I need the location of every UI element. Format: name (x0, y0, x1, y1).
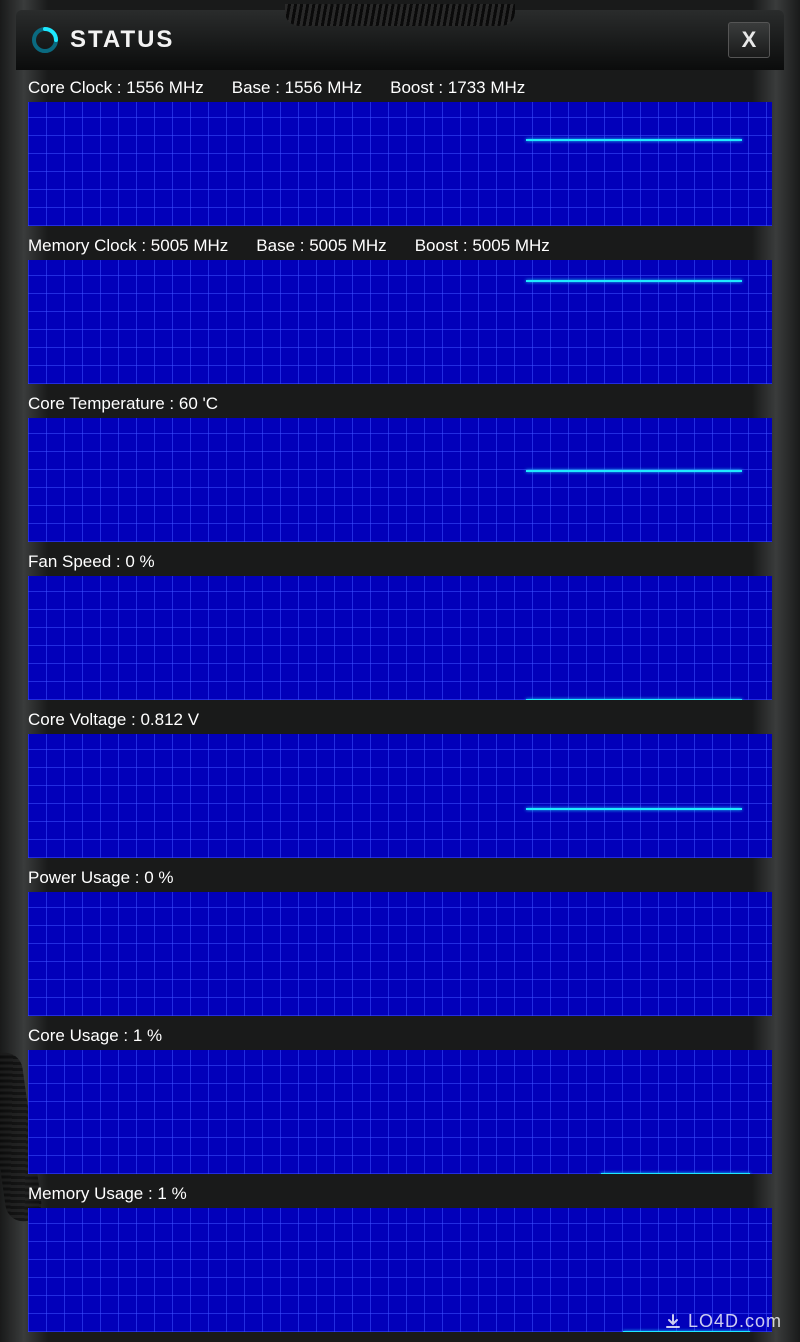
metric-label: Power Usage : 0 % (28, 864, 772, 892)
close-button[interactable]: X (728, 22, 770, 58)
metric-label-part: Fan Speed : 0 % (28, 552, 155, 572)
metric-label-part: Boost : 1733 MHz (390, 78, 525, 98)
metric-graph (28, 102, 772, 226)
window-frame: STATUS X Core Clock : 1556 MHz Base : 155… (0, 0, 800, 1342)
metric-label-part: Core Temperature : 60 'C (28, 394, 218, 414)
metric-label-part: Memory Usage : 1 % (28, 1184, 187, 1204)
metric-label: Memory Usage : 1 % (28, 1180, 772, 1208)
metric-label: Core Temperature : 60 'C (28, 390, 772, 418)
metric-label: Fan Speed : 0 % (28, 548, 772, 576)
metric-graph (28, 1208, 772, 1332)
metric-block: Core Temperature : 60 'C (28, 390, 772, 542)
trace-line (601, 1173, 750, 1174)
metric-block: Core Usage : 1 % (28, 1022, 772, 1174)
metric-label-part: Power Usage : 0 % (28, 868, 174, 888)
metric-label: Core Usage : 1 % (28, 1022, 772, 1050)
metric-label-part: Memory Clock : 5005 MHz (28, 236, 228, 256)
metric-block: Core Voltage : 0.812 V (28, 706, 772, 858)
title-bar: STATUS X (16, 10, 784, 70)
metric-block: Power Usage : 0 % (28, 864, 772, 1016)
watermark: LO4D.com (664, 1311, 782, 1332)
metrics-panel: Core Clock : 1556 MHz Base : 1556 MHz Boos… (16, 74, 784, 1332)
window-title: STATUS (70, 26, 174, 54)
download-icon (664, 1313, 682, 1331)
close-icon: X (742, 27, 757, 53)
status-ring-icon (30, 25, 60, 55)
metric-label-part: Base : 1556 MHz (232, 78, 362, 98)
metric-label: Core Voltage : 0.812 V (28, 706, 772, 734)
trace-line (526, 280, 742, 282)
metric-graph (28, 418, 772, 542)
trace-line (526, 470, 742, 472)
metric-graph (28, 734, 772, 858)
metric-block: Memory Usage : 1 % (28, 1180, 772, 1332)
metric-label: Memory Clock : 5005 MHz Base : 5005 MHz Bo… (28, 232, 772, 260)
trace-line (526, 699, 742, 700)
trace-line (526, 808, 742, 810)
metric-label-part: Core Clock : 1556 MHz (28, 78, 204, 98)
metric-label-part: Core Usage : 1 % (28, 1026, 162, 1046)
metric-block: Memory Clock : 5005 MHz Base : 5005 MHz Bo… (28, 232, 772, 384)
metric-label: Core Clock : 1556 MHz Base : 1556 MHz Boos… (28, 74, 772, 102)
watermark-text: LO4D.com (688, 1311, 782, 1332)
metric-block: Fan Speed : 0 % (28, 548, 772, 700)
metric-label-part: Base : 5005 MHz (256, 236, 386, 256)
trace-line (526, 139, 742, 141)
metric-graph (28, 892, 772, 1016)
metric-graph (28, 1050, 772, 1174)
metric-block: Core Clock : 1556 MHz Base : 1556 MHz Boos… (28, 74, 772, 226)
metric-graph (28, 576, 772, 700)
title-wrap: STATUS (30, 25, 174, 55)
metric-graph (28, 260, 772, 384)
metric-label-part: Core Voltage : 0.812 V (28, 710, 199, 730)
metric-label-part: Boost : 5005 MHz (415, 236, 550, 256)
